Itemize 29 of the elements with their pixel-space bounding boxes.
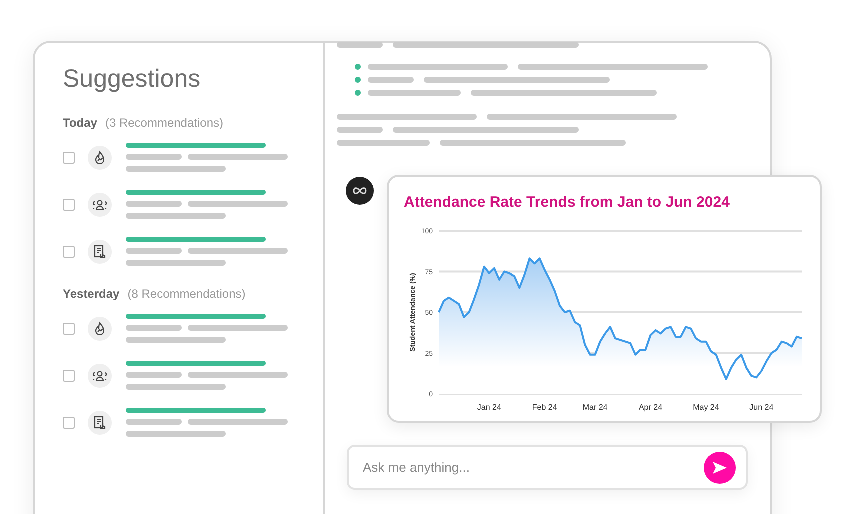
- group-label: Yesterday: [63, 286, 120, 302]
- document-hand-icon: [88, 411, 112, 435]
- x-tick-label: Feb 24: [532, 403, 558, 412]
- infinity-icon: [352, 186, 368, 196]
- flame-trend-icon: [88, 146, 112, 170]
- flame-trend-icon: [88, 317, 112, 341]
- suggestion-checkbox[interactable]: [63, 152, 75, 164]
- people-icon: [88, 364, 112, 388]
- x-tick-label: Apr 24: [638, 403, 663, 412]
- suggestion-checkbox[interactable]: [63, 370, 75, 382]
- x-tick-label: Jan 24: [477, 403, 502, 412]
- document-hand-icon: [88, 240, 112, 264]
- x-tick-label: Jun 24: [750, 403, 774, 412]
- group-count: (3 Recommendations): [105, 115, 224, 131]
- suggestion-checkbox[interactable]: [63, 199, 75, 211]
- suggestion-checkbox[interactable]: [63, 246, 75, 258]
- group-label: Today: [63, 115, 98, 131]
- chart-title: Attendance Rate Trends from Jan to Jun 2024: [404, 193, 731, 213]
- chat-input-field[interactable]: Ask me anything...: [347, 445, 748, 490]
- suggestion-checkbox[interactable]: [63, 323, 75, 335]
- panel-title: Suggestions: [63, 64, 202, 95]
- group-count: (8 Recommendations): [128, 286, 246, 302]
- send-icon: [712, 460, 728, 474]
- chat-input[interactable]: Ask me anything...: [363, 458, 704, 478]
- send-button[interactable]: [704, 452, 736, 484]
- x-tick-label: May 24: [693, 403, 720, 412]
- suggestion-checkbox[interactable]: [63, 417, 75, 429]
- people-icon: [88, 193, 112, 217]
- x-tick-label: Mar 24: [582, 403, 608, 412]
